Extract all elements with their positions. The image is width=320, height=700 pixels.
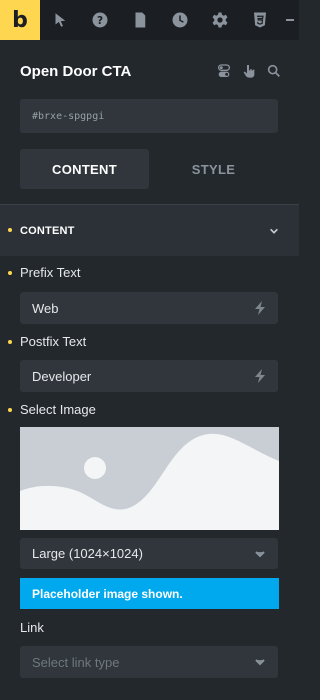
image-modified-dot — [8, 408, 12, 412]
dynamic-data-icon[interactable] — [254, 301, 266, 315]
pointer-hand-icon[interactable] — [241, 63, 257, 79]
cursor-icon[interactable] — [40, 0, 80, 40]
element-header: Open Door CTA — [20, 58, 282, 84]
image-label: Select Image — [20, 402, 96, 417]
help-icon[interactable]: ? — [80, 0, 120, 40]
css3-icon[interactable] — [240, 0, 280, 40]
svg-text:?: ? — [97, 15, 103, 27]
prefix-input[interactable]: Web — [20, 292, 278, 324]
panel-tabs: CONTENT STYLE — [20, 149, 278, 189]
postfix-value: Developer — [32, 368, 92, 384]
prefix-label: Prefix Text — [20, 265, 81, 280]
gear-icon[interactable] — [200, 0, 240, 40]
tab-style[interactable]: STYLE — [149, 149, 278, 189]
postfix-modified-dot — [8, 340, 12, 344]
chevron-down-icon[interactable] — [269, 226, 279, 236]
chevron-down-icon — [254, 547, 266, 561]
element-id-field[interactable]: #brxe-spgpgi — [20, 99, 278, 133]
section-title: CONTENT — [20, 224, 75, 237]
chevron-down-icon — [254, 655, 266, 669]
image-size-value: Large (1024×1024) — [32, 546, 143, 561]
top-toolbar: b ? — [0, 0, 299, 40]
page-icon[interactable] — [120, 0, 160, 40]
link-label: Link — [20, 620, 44, 635]
postfix-input[interactable]: Developer — [20, 360, 278, 392]
element-title: Open Door CTA — [20, 62, 132, 80]
image-placeholder[interactable] — [20, 427, 279, 530]
search-icon[interactable] — [266, 63, 282, 79]
more-toolbar-icon[interactable] — [280, 0, 299, 40]
tab-content[interactable]: CONTENT — [20, 149, 149, 189]
dynamic-data-icon[interactable] — [254, 369, 266, 383]
history-icon[interactable] — [160, 0, 200, 40]
section-modified-dot — [8, 228, 12, 232]
placeholder-notice: Placeholder image shown. — [20, 578, 279, 609]
link-type-select[interactable]: Select link type — [20, 646, 278, 678]
image-size-select[interactable]: Large (1024×1024) — [20, 538, 278, 569]
header-actions — [216, 63, 282, 79]
content-section-header[interactable]: CONTENT — [0, 204, 299, 256]
bricks-logo[interactable]: b — [0, 0, 40, 40]
builder-panel: b ? Open Door CTA #brxe-spgpgi CONTENT S… — [0, 0, 299, 700]
placeholder-image-icon — [20, 427, 279, 530]
postfix-label: Postfix Text — [20, 334, 87, 349]
prefix-modified-dot — [8, 271, 12, 275]
prefix-value: Web — [32, 300, 59, 316]
link-type-placeholder: Select link type — [32, 654, 120, 670]
toggle-icon[interactable] — [216, 63, 232, 79]
